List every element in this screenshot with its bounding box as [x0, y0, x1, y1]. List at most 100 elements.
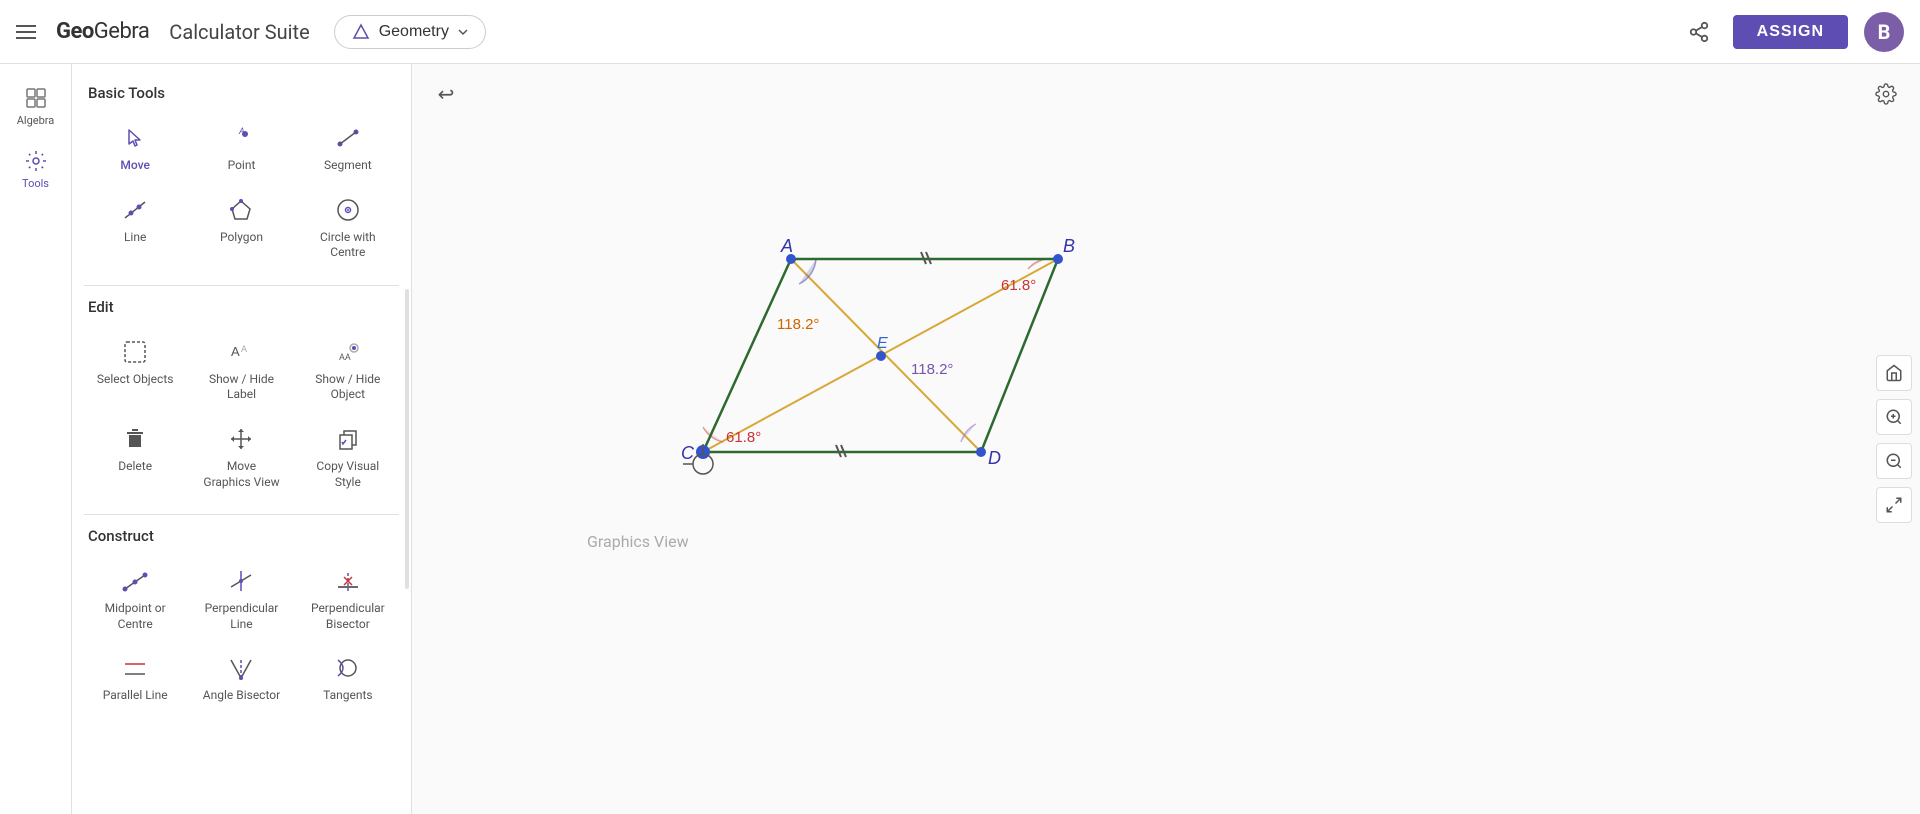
- angle-bisector-icon: [225, 652, 257, 684]
- zoom-in-button[interactable]: [1876, 399, 1912, 435]
- svg-text:61.8°: 61.8°: [726, 429, 761, 446]
- svg-text:118.2°: 118.2°: [911, 361, 953, 378]
- circle-icon: [332, 194, 364, 226]
- edit-title: Edit: [88, 298, 399, 316]
- sidebar-item-algebra[interactable]: Algebra: [4, 76, 68, 135]
- tool-angle-bisector[interactable]: Angle Bisector: [190, 644, 292, 712]
- show-hide-object-icon: AA: [332, 336, 364, 368]
- tool-line[interactable]: Line: [84, 186, 186, 269]
- construct-divider: [84, 514, 399, 515]
- select-objects-label: Select Objects: [97, 372, 174, 388]
- tool-tangents[interactable]: Tangents: [297, 644, 399, 712]
- move-graphics-view-label: MoveGraphics View: [203, 459, 279, 490]
- tool-perpendicular-line[interactable]: PerpendicularLine: [190, 557, 292, 640]
- tool-segment[interactable]: Segment: [297, 114, 399, 182]
- svg-text:A: A: [238, 127, 245, 137]
- copy-visual-style-label: Copy VisualStyle: [316, 459, 379, 490]
- polygon-icon: [225, 194, 257, 226]
- segment-label: Segment: [324, 158, 372, 174]
- tool-select-objects[interactable]: Select Objects: [84, 328, 186, 411]
- geometry-canvas[interactable]: A B C D E 61.8° 118.2° 61.8° 118.2°: [412, 64, 1920, 814]
- menu-button[interactable]: [16, 20, 40, 44]
- midpoint-label: Midpoint orCentre: [105, 601, 166, 632]
- perpendicular-bisector-label: PerpendicularBisector: [311, 601, 385, 632]
- tool-delete[interactable]: Delete: [84, 415, 186, 498]
- tools-label: Tools: [22, 177, 49, 190]
- tool-midpoint[interactable]: Midpoint orCentre: [84, 557, 186, 640]
- line-label: Line: [124, 230, 146, 246]
- geometry-icon: [351, 22, 371, 42]
- tangents-label: Tangents: [323, 688, 373, 704]
- tools-panel: Basic Tools Move A Point: [72, 64, 412, 814]
- main-body: Algebra Tools Basic Tools: [0, 64, 1920, 814]
- tool-parallel-line[interactable]: Parallel Line: [84, 644, 186, 712]
- share-button[interactable]: [1681, 14, 1717, 50]
- perpendicular-line-label: PerpendicularLine: [205, 601, 279, 632]
- edit-tools-grid: Select Objects A A Show / HideLabel: [84, 328, 399, 498]
- show-hide-label-label: Show / HideLabel: [209, 372, 274, 403]
- parallel-line-icon: [119, 652, 151, 684]
- construct-title: Construct: [88, 527, 399, 545]
- move-graphics-view-icon: [225, 423, 257, 455]
- tool-move-graphics-view[interactable]: MoveGraphics View: [190, 415, 292, 498]
- tools-scrollbar[interactable]: [405, 289, 409, 589]
- tool-point[interactable]: A Point: [190, 114, 292, 182]
- assign-button[interactable]: ASSIGN: [1733, 15, 1848, 49]
- polygon-label: Polygon: [220, 230, 263, 246]
- geometry-dropdown[interactable]: Geometry: [334, 15, 486, 49]
- basic-tools-title: Basic Tools: [88, 84, 399, 102]
- line-icon: [119, 194, 151, 226]
- zoom-out-button[interactable]: [1876, 443, 1912, 479]
- show-hide-label-icon: A A: [225, 336, 257, 368]
- select-objects-icon: [119, 336, 151, 368]
- point-icon: A: [225, 122, 257, 154]
- app-logo: GeoGebra: [56, 19, 149, 44]
- svg-text:A: A: [241, 344, 247, 354]
- canvas-area: ↩: [412, 64, 1920, 814]
- construct-tools-grid: Midpoint orCentre PerpendicularLine: [84, 557, 399, 712]
- tool-circle[interactable]: Circle withCentre: [297, 186, 399, 269]
- user-avatar[interactable]: B: [1864, 12, 1904, 52]
- tools-icon: [22, 147, 50, 175]
- tool-show-hide-label[interactable]: A A Show / HideLabel: [190, 328, 292, 411]
- tool-copy-visual-style[interactable]: Copy VisualStyle: [297, 415, 399, 498]
- tool-move[interactable]: Move: [84, 114, 186, 182]
- angle-bisector-label: Angle Bisector: [203, 688, 280, 704]
- tool-polygon[interactable]: Polygon: [190, 186, 292, 269]
- midpoint-icon: [119, 565, 151, 597]
- svg-text:D: D: [988, 448, 1001, 468]
- algebra-label: Algebra: [17, 114, 55, 127]
- delete-icon: [119, 423, 151, 455]
- move-icon: [119, 122, 151, 154]
- perpendicular-bisector-icon: [332, 565, 364, 597]
- fullscreen-button[interactable]: [1876, 487, 1912, 523]
- move-label: Move: [120, 158, 150, 174]
- svg-text:AA: AA: [339, 353, 351, 363]
- segment-icon: [332, 122, 364, 154]
- svg-text:A: A: [780, 236, 793, 256]
- parallel-line-label: Parallel Line: [103, 688, 168, 704]
- tool-perpendicular-bisector[interactable]: PerpendicularBisector: [297, 557, 399, 640]
- svg-text:B: B: [1063, 236, 1075, 256]
- delete-label: Delete: [118, 459, 152, 475]
- basic-tools-grid: Move A Point: [84, 114, 399, 269]
- svg-text:A: A: [231, 344, 240, 359]
- svg-text:E: E: [877, 335, 888, 352]
- copy-visual-style-icon: [332, 423, 364, 455]
- tool-show-hide-object[interactable]: AA Show / HideObject: [297, 328, 399, 411]
- svg-text:118.2°: 118.2°: [777, 316, 819, 333]
- home-button[interactable]: [1876, 355, 1912, 391]
- app-header: GeoGebra Calculator Suite Geometry ASSIG…: [0, 0, 1920, 64]
- perpendicular-line-icon: [225, 565, 257, 597]
- point-label: Point: [228, 158, 256, 174]
- suite-name: Calculator Suite: [169, 20, 309, 44]
- show-hide-object-label: Show / HideObject: [315, 372, 380, 403]
- right-controls: [1876, 355, 1912, 523]
- circle-label: Circle withCentre: [320, 230, 376, 261]
- svg-text:61.8°: 61.8°: [1001, 277, 1036, 294]
- tangents-icon: [332, 652, 364, 684]
- geometry-label: Geometry: [379, 23, 449, 41]
- chevron-down-icon: [457, 26, 469, 38]
- algebra-icon: [22, 84, 50, 112]
- sidebar-item-tools[interactable]: Tools: [4, 139, 68, 198]
